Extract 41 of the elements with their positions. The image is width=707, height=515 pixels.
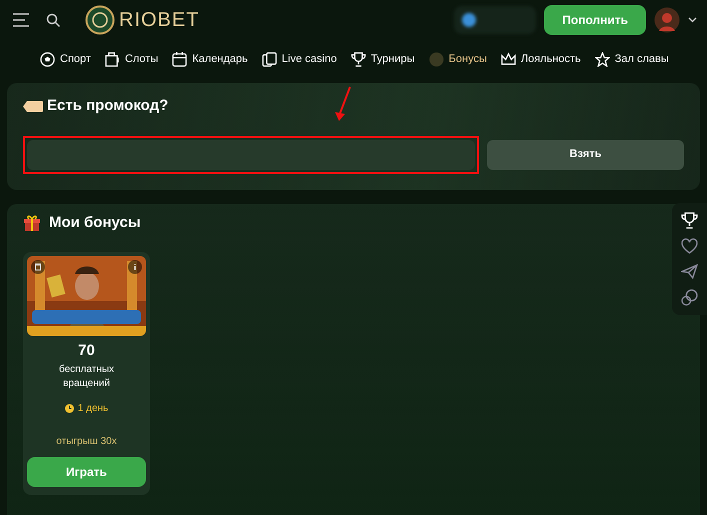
clock-icon xyxy=(64,404,74,412)
search-icon[interactable] xyxy=(46,12,61,28)
logo-text[interactable]: RIOBET xyxy=(119,5,200,35)
nav-tab[interactable]: Календарь xyxy=(172,50,248,68)
crown-icon xyxy=(500,52,516,66)
nav-tab[interactable]: Спорт xyxy=(40,50,91,68)
chat-icon[interactable] xyxy=(681,288,698,306)
menu-icon[interactable] xyxy=(12,13,30,27)
chevron-icon[interactable] xyxy=(688,17,697,23)
annotation-arrow xyxy=(333,86,353,122)
nav-tab[interactable]: Лояльность xyxy=(500,50,581,68)
balance-selector[interactable] xyxy=(454,6,536,34)
ball-icon xyxy=(40,52,55,66)
logo-icon xyxy=(85,5,115,35)
take-button[interactable]: Взять xyxy=(487,140,684,170)
tag-icon xyxy=(23,100,43,112)
currency-icon xyxy=(462,13,476,27)
spins-amount: 70 xyxy=(77,341,96,361)
info-icon[interactable] xyxy=(128,260,142,274)
trophy-icon[interactable] xyxy=(681,212,698,230)
bonuses-title: Мои бонусы xyxy=(49,212,141,232)
cards-icon xyxy=(262,52,277,66)
trophy-icon xyxy=(350,52,366,66)
wager-text: отыгрыш 30x xyxy=(55,434,118,448)
time-left: 1 день xyxy=(78,402,108,416)
bonus-description: бесплатных вращений xyxy=(58,362,116,390)
star-icon xyxy=(594,52,610,66)
nav-tab[interactable]: Зал славы xyxy=(594,50,669,68)
gift-icon xyxy=(23,214,41,232)
nav-tab[interactable]: Турниры xyxy=(350,50,415,68)
paper-plane-icon[interactable] xyxy=(681,263,698,280)
avatar-icon[interactable] xyxy=(654,7,680,33)
trash-icon[interactable] xyxy=(31,260,45,274)
slot-machine-icon xyxy=(104,52,120,66)
heart-icon[interactable] xyxy=(681,238,698,255)
calendar-icon xyxy=(172,52,188,66)
nav-tab[interactable]: Слоты xyxy=(104,50,158,68)
nav-tab[interactable]: Бонусы xyxy=(428,50,487,68)
nav-tab[interactable]: Live casino xyxy=(262,50,337,68)
promo-title: Есть промокод? xyxy=(47,96,168,116)
coin-icon xyxy=(428,52,444,66)
